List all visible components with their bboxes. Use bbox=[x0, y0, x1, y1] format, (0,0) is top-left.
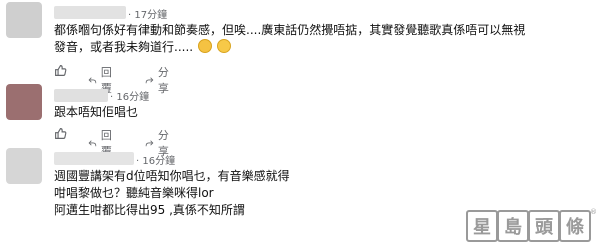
share-button[interactable]: 分享 bbox=[145, 64, 173, 96]
avatar[interactable] bbox=[6, 148, 42, 184]
commenter-name-blurred[interactable] bbox=[54, 6, 126, 19]
face-with-tears-icon bbox=[197, 39, 212, 53]
comment-text: 週國豐講架有d位唔知你唱乜，有音樂感就得 咁唱黎做乜？聽純音樂咪得lor 阿邁生… bbox=[54, 168, 290, 219]
separator: · bbox=[128, 10, 132, 21]
comment-timestamp[interactable]: · 16分鐘 bbox=[110, 88, 149, 103]
watermark-char: 島 bbox=[497, 210, 529, 242]
time-text: 16分鐘 bbox=[116, 92, 150, 103]
commenter-name-blurred[interactable] bbox=[54, 89, 108, 102]
comment-text: 跟本唔知佢唱乜 bbox=[54, 104, 138, 121]
time-text: 17分鐘 bbox=[134, 10, 168, 21]
thumbs-up-icon bbox=[55, 65, 67, 76]
comment-text: 都係嗰句係好有律動和節奏感，但唉....廣東話仍然攪唔掂，其實發覺聽歌真係唔可以… bbox=[54, 22, 525, 56]
thumbs-up-icon bbox=[55, 128, 67, 139]
separator: · bbox=[110, 92, 114, 103]
reply-icon bbox=[88, 76, 97, 83]
comment-line: 阿邁生咁都比得出95 ,真係不知所謂 bbox=[54, 203, 245, 217]
share-icon bbox=[145, 76, 154, 83]
share-label: 分享 bbox=[157, 66, 169, 95]
comment-timestamp[interactable]: · 17分鐘 bbox=[128, 6, 167, 21]
commenter-name-blurred[interactable] bbox=[54, 152, 134, 165]
comment-line: 發音，或者我未夠道行..... bbox=[54, 40, 194, 54]
grinning-face-icon bbox=[216, 39, 231, 53]
reply-icon bbox=[88, 139, 97, 146]
comment-timestamp[interactable]: · 16分鐘 bbox=[136, 152, 175, 167]
comment-line: 週國豐講架有d位唔知你唱乜，有音樂感就得 bbox=[54, 169, 290, 183]
comment-line: 跟本唔知佢唱乜 bbox=[54, 105, 139, 119]
watermark-char: 頭 bbox=[528, 210, 560, 242]
like-button[interactable] bbox=[54, 127, 67, 140]
comment-line: 都係嗰句係好有律動和節奏感，但唉....廣東話仍然攪唔掂，其實發覺聽歌真係唔可以… bbox=[54, 23, 526, 37]
comment-line: 咁唱黎做乜？聽純音樂咪得lor bbox=[54, 186, 214, 200]
watermark-logo: 星 島 頭 條 ® bbox=[466, 208, 597, 244]
separator: · bbox=[136, 156, 140, 167]
like-button[interactable] bbox=[54, 64, 67, 77]
avatar[interactable] bbox=[6, 84, 42, 120]
time-text: 16分鐘 bbox=[142, 156, 176, 167]
share-icon bbox=[145, 139, 154, 146]
avatar[interactable] bbox=[6, 2, 42, 38]
watermark-char: 星 bbox=[466, 210, 498, 242]
registered-mark: ® bbox=[590, 208, 597, 216]
watermark-char: 條 bbox=[559, 210, 591, 242]
